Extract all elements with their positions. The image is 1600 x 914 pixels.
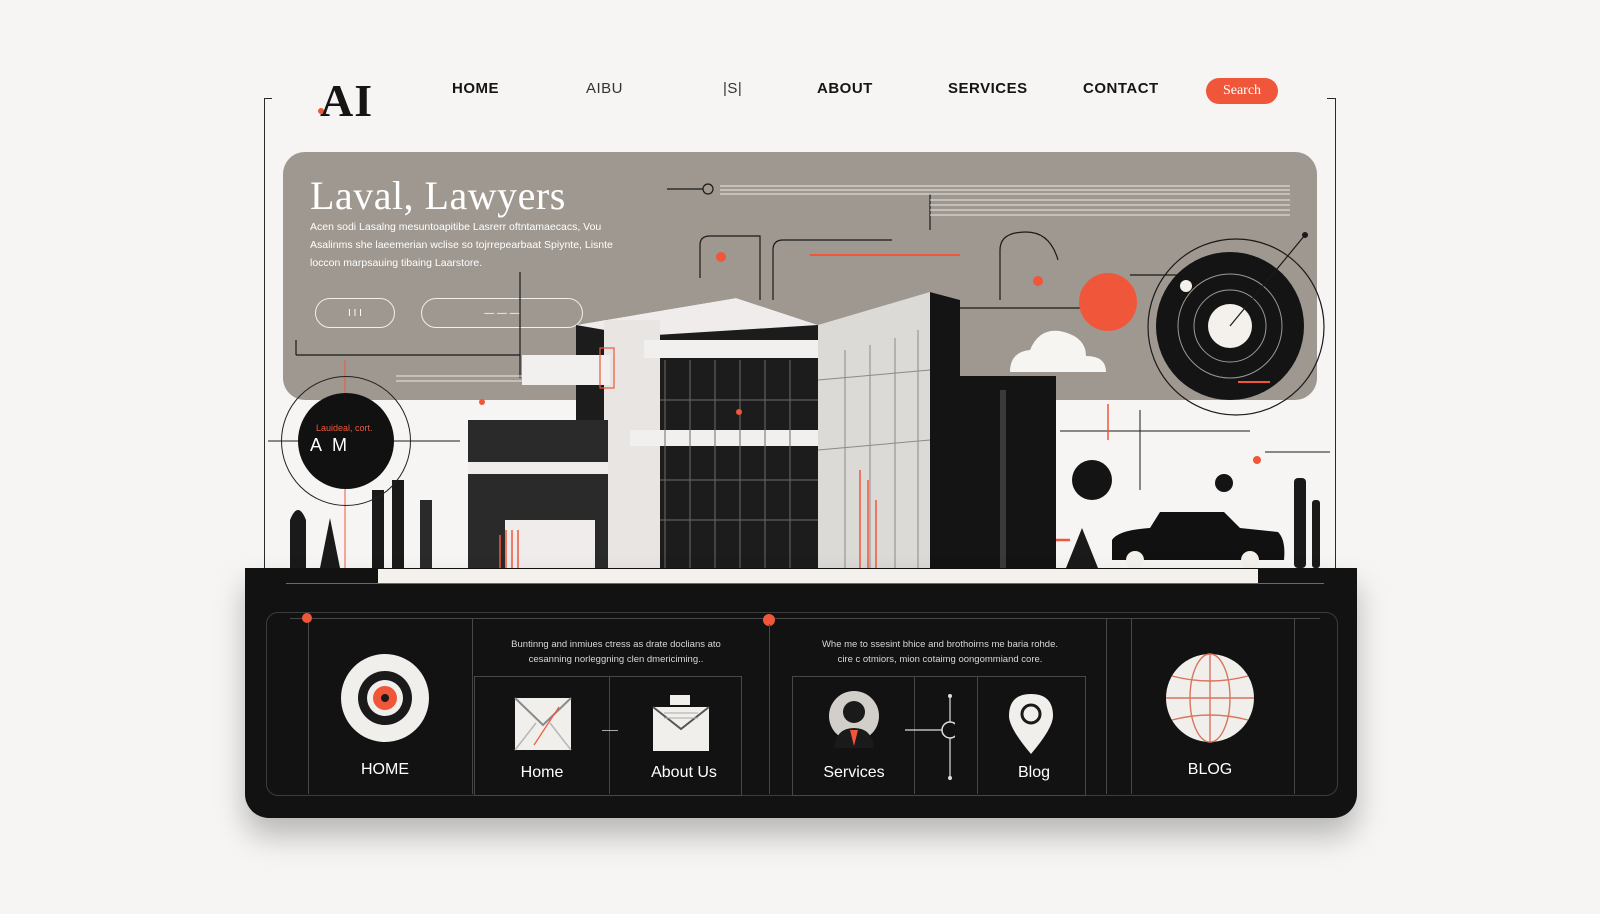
badge-title: A M <box>310 435 351 455</box>
feature-label-blog-upper[interactable]: BLOG <box>1140 761 1280 779</box>
feature-label-home-2[interactable]: Home <box>472 764 612 782</box>
panel-text-left: Buntinng and inmiues ctress as drate doc… <box>482 637 750 667</box>
badge-subtitle: Lauideal, cort. <box>316 423 373 433</box>
panel-text-line: cesanning norleggning clen dmericiming.. <box>528 654 704 665</box>
feature-label-about-us[interactable]: About Us <box>614 764 754 782</box>
envelope-icon[interactable] <box>514 697 572 751</box>
inbox-mail-icon[interactable] <box>650 693 712 753</box>
target-icon[interactable] <box>340 653 430 743</box>
feature-label-home[interactable]: HOME <box>315 761 455 779</box>
accent-dot <box>302 613 312 623</box>
globe-icon[interactable] <box>1164 652 1256 744</box>
am-badge[interactable]: Lauideal, cort. A M <box>298 393 394 489</box>
panel-text-line: cire c otmiors, mion cotaimg oongommiand… <box>837 654 1043 665</box>
feature-label-services[interactable]: Services <box>784 764 924 782</box>
panel-text-line: Whe me to ssesint bhice and brothoirns m… <box>821 639 1059 650</box>
feature-label-blog[interactable]: Blog <box>964 764 1104 782</box>
person-icon[interactable] <box>826 690 882 748</box>
panel-text-line: Buntinng and inmiues ctress as drate doc… <box>511 639 721 650</box>
panel-text-right: Whe me to ssesint bhice and brothoirns m… <box>792 637 1088 667</box>
panel-top-bar <box>378 569 1258 583</box>
map-pin-icon[interactable] <box>1005 692 1057 756</box>
